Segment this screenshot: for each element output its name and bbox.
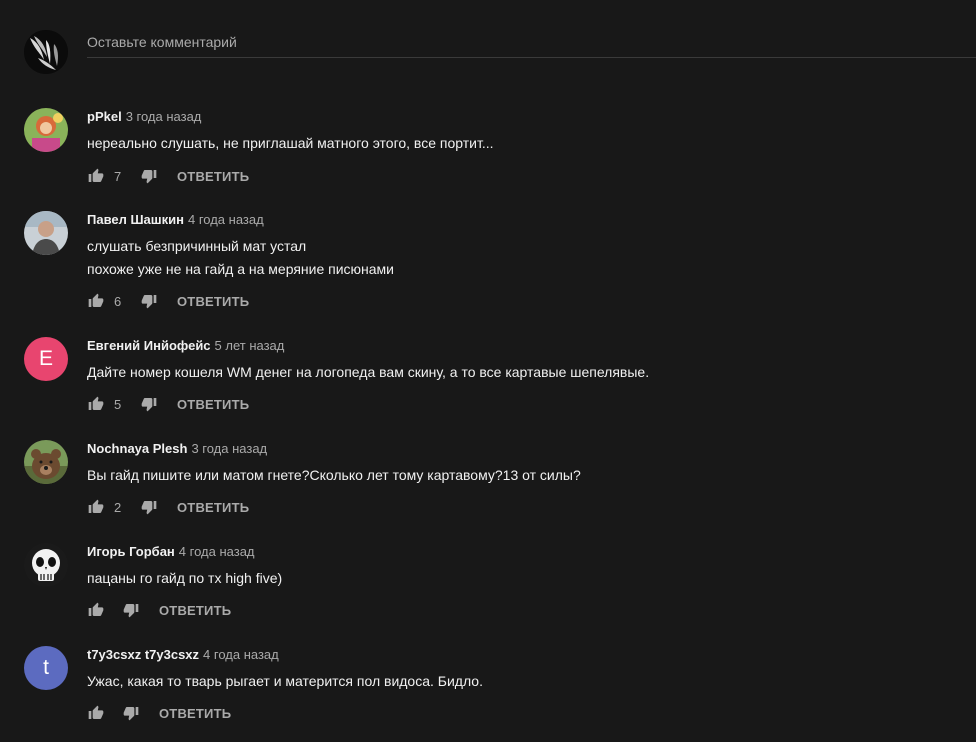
comment-item: Nochnaya Plesh 3 года назад Вы гайд пишит…	[24, 440, 964, 536]
thumb-up-icon[interactable]	[87, 395, 105, 413]
comment-time[interactable]: 4 года назад	[179, 544, 255, 559]
thumb-down-icon[interactable]	[140, 292, 158, 310]
like-count: 5	[114, 396, 122, 412]
avatar[interactable]: t	[24, 646, 68, 690]
comment-line: пацаны го гайд по тх high five)	[87, 570, 283, 586]
reply-button[interactable]: ОТВЕТИТЬ	[177, 169, 249, 184]
thumb-down-icon[interactable]	[140, 167, 158, 185]
reply-button[interactable]: ОТВЕТИТЬ	[177, 397, 249, 412]
comment-text: Вы гайд пишите или матом гнете?Сколько л…	[87, 464, 581, 487]
comment-text: нереально слушать, не приглашай матного …	[87, 132, 494, 155]
comment-line: слушать безпричинный мат устал	[87, 238, 307, 254]
comment-composer: Оставьте комментарий	[24, 30, 976, 74]
avatar[interactable]	[24, 543, 68, 587]
avatar[interactable]	[24, 108, 68, 152]
author-name[interactable]: pPkel	[87, 109, 122, 124]
comment-line: Дайте номер кошеля WM денег на логопеда …	[87, 364, 650, 380]
like-count: 2	[114, 499, 122, 515]
comment-line: Вы гайд пишите или матом гнете?Сколько л…	[87, 467, 581, 483]
comment-line: Ужас, какая то тварь рыгает и матерится …	[87, 673, 483, 689]
comment-header: Nochnaya Plesh 3 года назад	[87, 440, 267, 457]
comment-actions: ОТВЕТИТЬ	[87, 701, 231, 725]
thumb-up-icon[interactable]	[87, 498, 105, 516]
comment-time[interactable]: 4 года назад	[188, 212, 264, 227]
comment-header: Игорь Горбан 4 года назад	[87, 543, 255, 560]
thumb-up-icon[interactable]	[87, 167, 105, 185]
current-user-avatar[interactable]	[24, 30, 68, 74]
thumb-down-icon[interactable]	[122, 601, 140, 619]
comment-actions: 6 ОТВЕТИТЬ	[87, 289, 249, 313]
comment-text: Дайте номер кошеля WM денег на логопеда …	[87, 361, 649, 384]
thumb-down-icon[interactable]	[140, 498, 158, 516]
comment-time[interactable]: 3 года назад	[191, 441, 267, 456]
avatar-letter: E	[38, 347, 53, 370]
comment-header: t7y3csxz t7y3csxz 4 года назад	[87, 646, 279, 663]
author-name[interactable]: Евгений Инйофейс	[87, 338, 211, 353]
comment-actions: ОТВЕТИТЬ	[87, 598, 231, 622]
reply-button[interactable]: ОТВЕТИТЬ	[159, 706, 231, 721]
thumb-down-icon[interactable]	[122, 704, 140, 722]
avatar[interactable]	[24, 211, 68, 255]
reply-button[interactable]: ОТВЕТИТЬ	[159, 603, 231, 618]
thumb-down-icon[interactable]	[140, 395, 158, 413]
comment-header: Павел Шашкин 4 года назад	[87, 211, 264, 228]
comment-item: t t7y3csxz t7y3csxz 4 года назад Ужас, ка…	[24, 646, 964, 742]
comment-header: pPkel 3 года назад	[87, 108, 201, 125]
comment-actions: 7 ОТВЕТИТЬ	[87, 164, 249, 188]
comment-text: Ужас, какая то тварь рыгает и матерится …	[87, 670, 483, 693]
comment-item: Игорь Горбан 4 года назад пацаны го гайд …	[24, 543, 964, 639]
avatar[interactable]: E	[24, 337, 68, 381]
comment-input[interactable]: Оставьте комментарий	[87, 30, 976, 58]
author-name[interactable]: Павел Шашкин	[87, 212, 184, 227]
comment-text: слушать безпричинный мат устал похоже уж…	[87, 235, 394, 281]
comment-item: Павел Шашкин 4 года назад слушать безприч…	[24, 211, 964, 309]
comment-time[interactable]: 3 года назад	[126, 109, 202, 124]
thumb-up-icon[interactable]	[87, 704, 105, 722]
like-count: 7	[114, 168, 122, 184]
author-name[interactable]: t7y3csxz t7y3csxz	[87, 647, 199, 662]
avatar-letter: t	[43, 656, 49, 679]
comment-header: Евгений Инйофейс 5 лет назад	[87, 337, 284, 354]
comment-text: пацаны го гайд по тх high five)	[87, 567, 282, 590]
avatar[interactable]	[24, 440, 68, 484]
like-count: 6	[114, 293, 122, 309]
thumb-up-icon[interactable]	[87, 292, 105, 310]
comment-line: нереально слушать, не приглашай матного …	[87, 135, 494, 151]
comment-item: pPkel 3 года назад нереально слушать, не …	[24, 108, 964, 204]
reply-button[interactable]: ОТВЕТИТЬ	[177, 294, 249, 309]
comment-actions: 5 ОТВЕТИТЬ	[87, 392, 249, 416]
thumb-up-icon[interactable]	[87, 601, 105, 619]
comment-time[interactable]: 4 года назад	[203, 647, 279, 662]
author-name[interactable]: Nochnaya Plesh	[87, 441, 187, 456]
comment-actions: 2 ОТВЕТИТЬ	[87, 495, 249, 519]
author-name[interactable]: Игорь Горбан	[87, 544, 175, 559]
comment-time[interactable]: 5 лет назад	[215, 338, 285, 353]
comment-item: E Евгений Инйофейс 5 лет назад Дайте номе…	[24, 337, 964, 433]
comment-line: похоже уже не на гайд а на меряние писюн…	[87, 261, 394, 277]
reply-button[interactable]: ОТВЕТИТЬ	[177, 500, 249, 515]
